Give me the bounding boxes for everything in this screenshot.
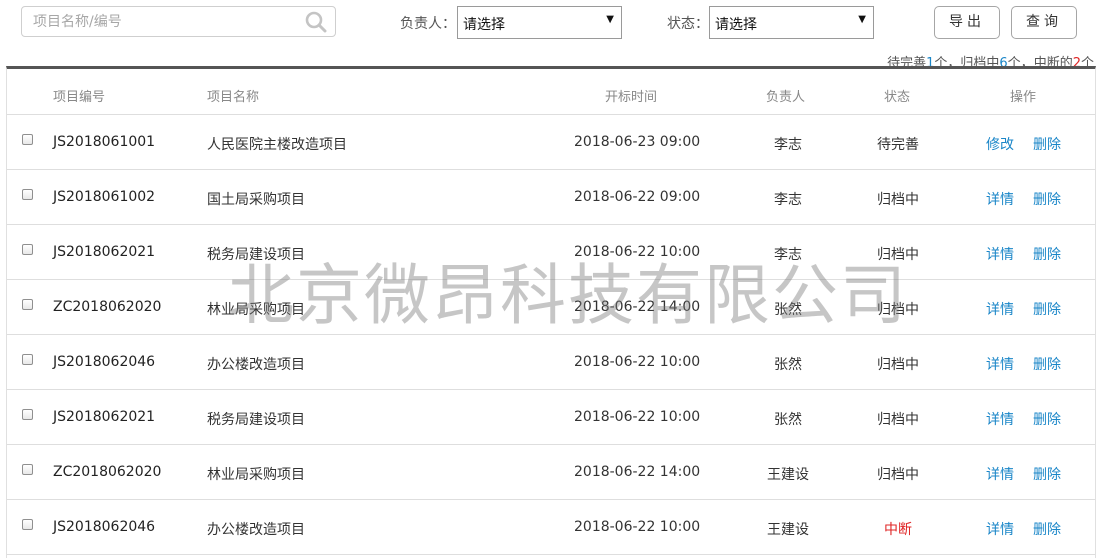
search-input[interactable] bbox=[22, 7, 303, 36]
cell-bid-time: 2018-06-22 10:00 bbox=[574, 244, 701, 260]
cell-project-code: JS2018062021 bbox=[53, 409, 156, 425]
delete-link[interactable]: 删除 bbox=[1033, 244, 1061, 264]
cell-status: 归档中 bbox=[877, 467, 919, 483]
cell-project-name: 林业局采购项目 bbox=[207, 302, 305, 318]
cell-project-name: 国土局采购项目 bbox=[207, 192, 305, 208]
cell-owner: 王建设 bbox=[767, 467, 809, 483]
cell-bid-time: 2018-06-22 10:00 bbox=[574, 354, 701, 370]
row-checkbox[interactable] bbox=[22, 134, 33, 145]
detail-link[interactable]: 详情 bbox=[986, 519, 1014, 539]
table-row: JS2018062021 税务局建设项目 2018-06-22 10:00 李志 归档中… bbox=[7, 225, 1095, 280]
project-table: 项目编号 项目名称 开标时间 负责人 状态 操作 JS2018061001 人民医… bbox=[6, 66, 1096, 558]
cell-project-name: 办公楼改造项目 bbox=[207, 357, 305, 373]
row-checkbox[interactable] bbox=[22, 519, 33, 530]
cell-owner: 张然 bbox=[774, 412, 802, 428]
cell-status: 归档中 bbox=[877, 357, 919, 373]
cell-project-code: JS2018061002 bbox=[53, 189, 156, 205]
detail-link[interactable]: 详情 bbox=[986, 409, 1014, 429]
column-header-name: 项目名称 bbox=[207, 90, 260, 105]
table-row: JS2018061002 国土局采购项目 2018-06-22 09:00 李志 归档中… bbox=[7, 170, 1095, 225]
cell-status: 归档中 bbox=[877, 192, 919, 208]
table-header: 项目编号 项目名称 开标时间 负责人 状态 操作 bbox=[7, 69, 1095, 115]
cell-bid-time: 2018-06-22 10:00 bbox=[574, 409, 701, 425]
detail-link[interactable]: 详情 bbox=[986, 299, 1014, 319]
delete-link[interactable]: 删除 bbox=[1033, 299, 1061, 319]
cell-bid-time: 2018-06-22 10:00 bbox=[574, 519, 701, 535]
status-select-value: 请选择 bbox=[715, 17, 757, 33]
table-row: JS2018062046 办公楼改造项目 2018-06-22 10:00 张然 归档中… bbox=[7, 335, 1095, 390]
owner-select-value: 请选择 bbox=[463, 17, 505, 33]
cell-project-code: JS2018062021 bbox=[53, 244, 156, 260]
search-box bbox=[21, 6, 336, 37]
row-checkbox[interactable] bbox=[22, 409, 33, 420]
cell-project-name: 办公楼改造项目 bbox=[207, 522, 305, 538]
owner-filter-label: 负责人： bbox=[400, 16, 456, 32]
row-checkbox[interactable] bbox=[22, 354, 33, 365]
status-select[interactable]: 请选择 ▼ bbox=[709, 6, 874, 39]
cell-owner: 李志 bbox=[774, 247, 802, 263]
cell-owner: 王建设 bbox=[767, 522, 809, 538]
cell-project-name: 人民医院主楼改造项目 bbox=[207, 137, 347, 153]
cell-bid-time: 2018-06-22 09:00 bbox=[574, 189, 701, 205]
export-button[interactable]: 导出 bbox=[934, 6, 1000, 39]
delete-link[interactable]: 删除 bbox=[1033, 134, 1061, 154]
cell-project-name: 税务局建设项目 bbox=[207, 247, 305, 263]
row-checkbox[interactable] bbox=[22, 299, 33, 310]
cell-owner: 张然 bbox=[774, 357, 802, 373]
table-row: ZC2018062020 林业局采购项目 2018-06-22 14:00 王建设 归档… bbox=[7, 445, 1095, 500]
cell-status: 待完善 bbox=[877, 137, 919, 153]
table-row: JS2018061001 人民医院主楼改造项目 2018-06-23 09:00 李志… bbox=[7, 115, 1095, 170]
cell-project-name: 税务局建设项目 bbox=[207, 412, 305, 428]
cell-project-code: ZC2018062020 bbox=[53, 299, 162, 315]
owner-select[interactable]: 请选择 ▼ bbox=[457, 6, 622, 39]
cell-bid-time: 2018-06-23 09:00 bbox=[574, 134, 701, 150]
delete-link[interactable]: 删除 bbox=[1033, 464, 1061, 484]
delete-link[interactable]: 删除 bbox=[1033, 189, 1061, 209]
column-header-code: 项目编号 bbox=[53, 90, 106, 105]
detail-link[interactable]: 详情 bbox=[986, 354, 1014, 374]
cell-bid-time: 2018-06-22 14:00 bbox=[574, 299, 701, 315]
column-header-time: 开标时间 bbox=[605, 90, 658, 105]
cell-owner: 张然 bbox=[774, 302, 802, 318]
chevron-down-icon: ▼ bbox=[606, 14, 614, 25]
toolbar: 负责人： 请选择 ▼ 状态： 请选择 ▼ 导出 查询 bbox=[0, 0, 1098, 46]
row-checkbox[interactable] bbox=[22, 244, 33, 255]
cell-project-code: JS2018062046 bbox=[53, 354, 156, 370]
chevron-down-icon: ▼ bbox=[858, 14, 866, 25]
cell-project-code: JS2018061001 bbox=[53, 134, 156, 150]
cell-status: 中断 bbox=[884, 522, 912, 538]
table-row: JS2018062021 税务局建设项目 2018-06-22 10:00 张然 归档中… bbox=[7, 390, 1095, 445]
detail-link[interactable]: 详情 bbox=[986, 189, 1014, 209]
table-row: JS2018062046 办公楼改造项目 2018-06-22 10:00 王建设 中断… bbox=[7, 500, 1095, 555]
edit-link[interactable]: 修改 bbox=[986, 134, 1014, 154]
cell-status: 归档中 bbox=[877, 302, 919, 318]
detail-link[interactable]: 详情 bbox=[986, 244, 1014, 264]
search-icon[interactable] bbox=[305, 11, 327, 33]
status-filter-label: 状态： bbox=[667, 16, 709, 32]
delete-link[interactable]: 删除 bbox=[1033, 409, 1061, 429]
cell-owner: 李志 bbox=[774, 192, 802, 208]
column-header-actions: 操作 bbox=[1010, 90, 1037, 105]
cell-project-name: 林业局采购项目 bbox=[207, 467, 305, 483]
query-button[interactable]: 查询 bbox=[1011, 6, 1077, 39]
column-header-status: 状态 bbox=[884, 90, 911, 105]
table-row: ZC2018062020 林业局采购项目 2018-06-22 14:00 张然 归档中… bbox=[7, 280, 1095, 335]
row-checkbox[interactable] bbox=[22, 464, 33, 475]
detail-link[interactable]: 详情 bbox=[986, 464, 1014, 484]
cell-status: 归档中 bbox=[877, 412, 919, 428]
column-header-owner: 负责人 bbox=[766, 90, 806, 105]
cell-bid-time: 2018-06-22 14:00 bbox=[574, 464, 701, 480]
delete-link[interactable]: 删除 bbox=[1033, 519, 1061, 539]
delete-link[interactable]: 删除 bbox=[1033, 354, 1061, 374]
row-checkbox[interactable] bbox=[22, 189, 33, 200]
cell-status: 归档中 bbox=[877, 247, 919, 263]
cell-owner: 李志 bbox=[774, 137, 802, 153]
cell-project-code: ZC2018062020 bbox=[53, 464, 162, 480]
cell-project-code: JS2018062046 bbox=[53, 519, 156, 535]
